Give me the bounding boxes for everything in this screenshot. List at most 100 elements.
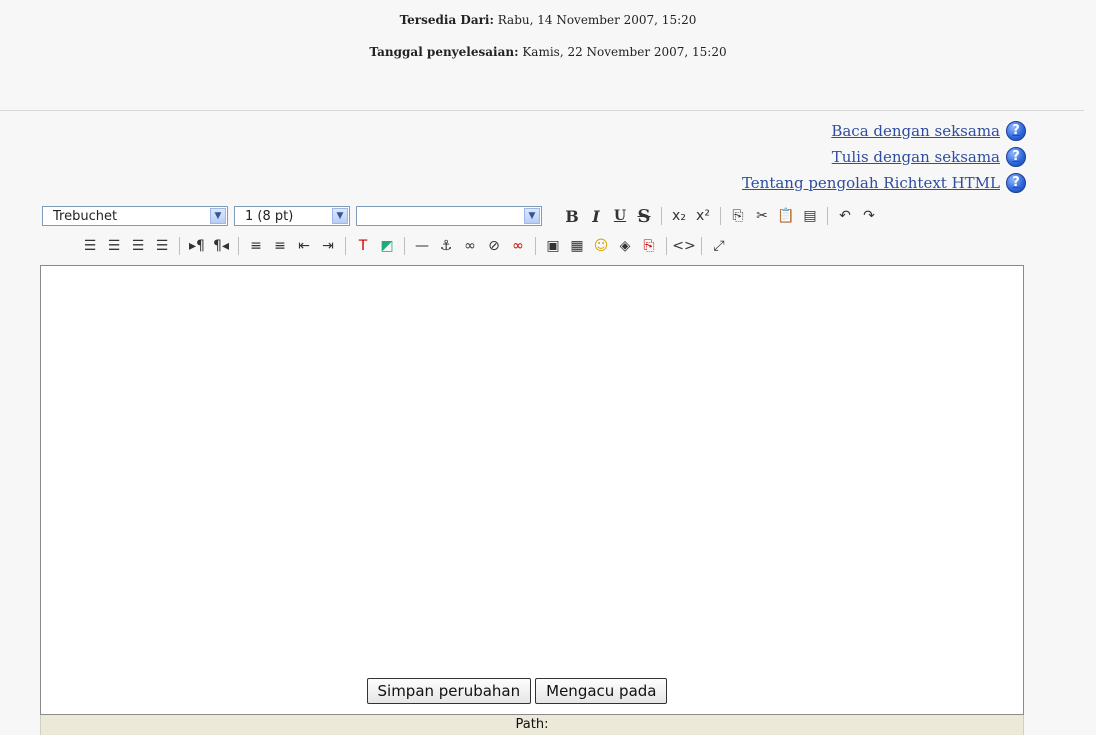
- available-label: Tersedia Dari:: [399, 13, 494, 27]
- link-button[interactable]: ∞: [458, 235, 482, 257]
- outdent-button[interactable]: ⇤: [292, 235, 316, 257]
- toolbar-divider: [661, 207, 662, 225]
- image-icon: ▣: [546, 238, 560, 254]
- align-right-button[interactable]: ☰: [126, 235, 150, 257]
- rtl-button[interactable]: ¶◂: [209, 235, 233, 257]
- horizontal-rule-button[interactable]: —: [410, 235, 434, 257]
- insert-char-button[interactable]: ◈: [613, 235, 637, 257]
- copy-icon: ⎘: [732, 208, 744, 224]
- divider-line: [0, 110, 1084, 111]
- html-source-button[interactable]: <>: [672, 235, 696, 257]
- strikethrough-button[interactable]: S: [632, 205, 656, 227]
- background-color-icon: ◩: [380, 238, 394, 254]
- background-color-button[interactable]: ◩: [375, 235, 399, 257]
- bold-button[interactable]: B: [560, 205, 584, 227]
- nolink-icon: ∞: [512, 238, 524, 254]
- align-left-icon: ☰: [83, 238, 97, 254]
- search-replace-icon: ⎘: [643, 238, 655, 254]
- anchor-icon: ⚓: [439, 238, 453, 254]
- outdent-icon: ⇤: [298, 238, 310, 254]
- unordered-list-button[interactable]: ≡: [268, 235, 292, 257]
- font-family-select[interactable]: Trebuchet ▼: [42, 206, 228, 226]
- undo-button[interactable]: ↶: [833, 205, 857, 227]
- available-value: Rabu, 14 November 2007, 15:20: [497, 13, 697, 27]
- help-icon[interactable]: ?: [1006, 121, 1026, 141]
- help-link-write-label[interactable]: Tulis dengan seksama: [832, 148, 1000, 166]
- chevron-down-icon[interactable]: ▼: [332, 208, 348, 224]
- paste-word-button[interactable]: ▤: [798, 205, 822, 227]
- available-from: Tersedia Dari: Rabu, 14 November 2007, 1…: [0, 8, 1096, 40]
- unordered-list-icon: ≡: [274, 238, 286, 254]
- link-icon: ∞: [464, 238, 476, 254]
- font-family-value: Trebuchet: [53, 208, 118, 224]
- editor-toolbar: Trebuchet ▼ 1 (8 pt) ▼ ▼ B I U S x₂ x² ⎘…: [40, 199, 1024, 265]
- text-color-button[interactable]: T: [351, 235, 375, 257]
- ordered-list-icon: ≡: [250, 238, 262, 254]
- paste-word-icon: ▤: [803, 208, 817, 224]
- subscript-button[interactable]: x₂: [667, 205, 691, 227]
- special-char-icon: ◈: [619, 238, 631, 254]
- paste-button[interactable]: 📋: [774, 205, 798, 227]
- copy-button[interactable]: ⎘: [726, 205, 750, 227]
- search-replace-button[interactable]: ⎘: [637, 235, 661, 257]
- toolbar-divider: [535, 237, 536, 255]
- save-changes-button[interactable]: Simpan perubahan: [366, 678, 532, 704]
- insert-image-button[interactable]: ▣: [541, 235, 565, 257]
- toolbar-divider: [238, 237, 239, 255]
- rtl-icon: ¶◂: [213, 238, 229, 254]
- unlink-button[interactable]: ⊘: [482, 235, 506, 257]
- horizontal-rule-icon: —: [415, 238, 429, 254]
- chevron-down-icon[interactable]: ▼: [524, 208, 540, 224]
- align-right-icon: ☰: [131, 238, 145, 254]
- align-center-icon: ☰: [107, 238, 121, 254]
- dates-block: Tersedia Dari: Rabu, 14 November 2007, 1…: [0, 8, 1096, 72]
- help-link-richtext[interactable]: Tentang pengolah Richtext HTML ?: [742, 170, 1026, 196]
- due-label: Tanggal penyelesaian:: [369, 45, 519, 59]
- fullscreen-button[interactable]: ⤢: [707, 235, 731, 257]
- indent-button[interactable]: ⇥: [316, 235, 340, 257]
- editor-content-area[interactable]: [40, 265, 1024, 715]
- toolbar-divider: [404, 237, 405, 255]
- superscript-button[interactable]: x²: [691, 205, 715, 227]
- smiley-icon: ☺: [593, 238, 609, 254]
- nolink-button[interactable]: ∞: [506, 235, 530, 257]
- undo-icon: ↶: [839, 208, 851, 224]
- align-center-button[interactable]: ☰: [102, 235, 126, 257]
- font-size-value: 1 (8 pt): [245, 208, 294, 224]
- help-link-write[interactable]: Tulis dengan seksama ?: [742, 144, 1026, 170]
- anchor-button[interactable]: ⚓: [434, 235, 458, 257]
- indent-icon: ⇥: [322, 238, 334, 254]
- justify-button[interactable]: ☰: [150, 235, 174, 257]
- subscript-icon: x₂: [672, 208, 686, 224]
- due-value: Kamis, 22 November 2007, 15:20: [522, 45, 727, 59]
- html-source-icon: <>: [672, 238, 696, 254]
- toolbar-divider: [179, 237, 180, 255]
- redo-button[interactable]: ↷: [857, 205, 881, 227]
- cut-icon: ✂: [756, 208, 768, 224]
- underline-button[interactable]: U: [608, 205, 632, 227]
- toolbar-row-1: Trebuchet ▼ 1 (8 pt) ▼ ▼ B I U S x₂ x² ⎘…: [42, 201, 881, 231]
- help-links: Baca dengan seksama ? Tulis dengan seksa…: [742, 118, 1026, 196]
- revert-button[interactable]: Mengacu pada: [535, 678, 668, 704]
- ltr-icon: ▸¶: [189, 238, 205, 254]
- form-actions: Simpan perubahan Mengacu pada: [0, 678, 1096, 704]
- align-left-button[interactable]: ☰: [78, 235, 102, 257]
- help-icon[interactable]: ?: [1006, 147, 1026, 167]
- help-link-read-label[interactable]: Baca dengan seksama: [831, 122, 1000, 140]
- italic-button[interactable]: I: [584, 205, 608, 227]
- chevron-down-icon[interactable]: ▼: [210, 208, 226, 224]
- fullscreen-icon: ⤢: [713, 238, 725, 254]
- insert-smiley-button[interactable]: ☺: [589, 235, 613, 257]
- help-icon[interactable]: ?: [1006, 173, 1026, 193]
- insert-table-button[interactable]: ▦: [565, 235, 589, 257]
- help-link-richtext-label[interactable]: Tentang pengolah Richtext HTML: [742, 174, 1000, 192]
- ordered-list-button[interactable]: ≡: [244, 235, 268, 257]
- heading-select[interactable]: ▼: [356, 206, 542, 226]
- cut-button[interactable]: ✂: [750, 205, 774, 227]
- font-size-select[interactable]: 1 (8 pt) ▼: [234, 206, 350, 226]
- ltr-button[interactable]: ▸¶: [185, 235, 209, 257]
- table-icon: ▦: [570, 238, 584, 254]
- superscript-icon: x²: [696, 208, 710, 224]
- help-link-read[interactable]: Baca dengan seksama ?: [742, 118, 1026, 144]
- toolbar-divider: [827, 207, 828, 225]
